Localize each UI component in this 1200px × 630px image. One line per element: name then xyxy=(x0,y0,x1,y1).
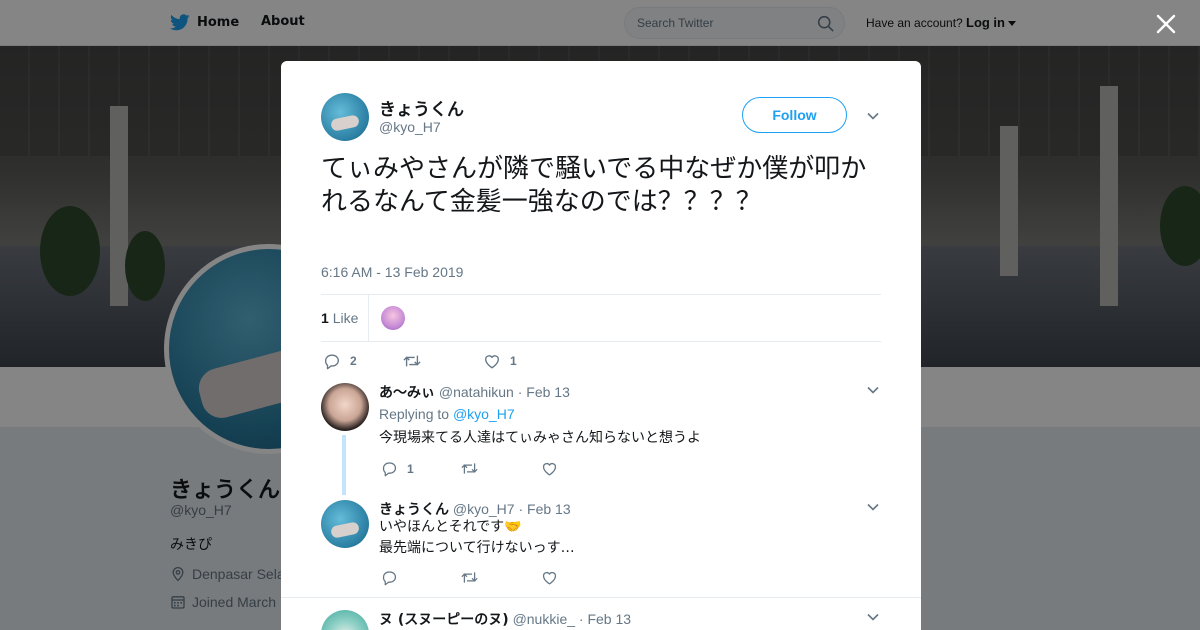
tweet-actions: 2 1 xyxy=(321,352,881,372)
like-action[interactable] xyxy=(541,460,558,477)
retweet-icon xyxy=(403,355,421,367)
reply-avatar[interactable] xyxy=(321,383,369,431)
reply-author-handle[interactable]: @nukkie_ xyxy=(513,611,575,627)
reply-action[interactable]: 1 xyxy=(381,460,414,477)
reply-header: きょうくん @kyo_H7 · Feb 13 xyxy=(379,499,571,519)
handshake-emoji: 🤝 xyxy=(504,519,522,535)
avatar-figure xyxy=(330,521,360,539)
reply-actions: 1 xyxy=(381,460,581,478)
like-action[interactable] xyxy=(541,569,558,586)
like-action[interactable]: 1 xyxy=(483,352,517,370)
reply-author-handle[interactable]: @natahikun xyxy=(439,384,514,400)
reply-author-handle[interactable]: @kyo_H7 xyxy=(453,501,515,517)
chevron-down-icon[interactable] xyxy=(867,501,879,513)
reply-text: 今現場来てる人達はてぃみゃさん知らないと想うよ xyxy=(379,430,701,446)
likes-label: Like xyxy=(332,310,359,326)
reply-count: 2 xyxy=(350,354,357,368)
author-name[interactable]: きょうくん xyxy=(379,95,464,120)
like-count: 1 xyxy=(510,354,517,368)
heart-icon xyxy=(542,572,557,585)
reply-icon xyxy=(325,354,339,370)
reply-separator xyxy=(281,597,921,598)
reply-date[interactable]: · Feb 13 xyxy=(579,611,631,627)
likes-count: 1 xyxy=(321,310,329,326)
tweet-modal: きょうくん @kyo_H7 Follow てぃみやさんが隣で騒いでる中なぜか僕が… xyxy=(281,61,921,630)
reply-actions xyxy=(381,569,581,587)
reply-text-line1: いやほんとそれです xyxy=(379,519,505,535)
replying-to: Replying to @kyo_H7 xyxy=(379,406,515,422)
chevron-down-icon[interactable] xyxy=(867,611,879,623)
thread-line xyxy=(342,435,346,495)
stats-divider xyxy=(368,295,369,341)
reply-text: いやほんとそれです🤝 最先端について行けないっす… xyxy=(379,517,575,559)
chevron-down-icon[interactable] xyxy=(867,384,879,396)
reply-date[interactable]: · Feb 13 xyxy=(518,384,570,400)
reply-action[interactable]: 2 xyxy=(323,352,357,370)
reply-header: あ〜みぃ @natahikun · Feb 13 xyxy=(379,382,570,402)
reply-author-name[interactable]: あ〜みぃ xyxy=(379,385,435,401)
retweet-action[interactable] xyxy=(460,460,479,477)
retweet-action[interactable] xyxy=(460,569,479,586)
reply-action[interactable] xyxy=(381,569,398,586)
replying-to-prefix: Replying to xyxy=(379,406,450,422)
reply-icon xyxy=(382,462,397,477)
reply-text-line2: 最先端について行けないっす… xyxy=(379,540,575,556)
tweet-timestamp[interactable]: 6:16 AM - 13 Feb 2019 xyxy=(321,264,463,280)
reply-avatar[interactable] xyxy=(321,500,369,548)
avatar-figure xyxy=(330,114,360,132)
retweet-action[interactable] xyxy=(402,352,431,370)
author-handle[interactable]: @kyo_H7 xyxy=(379,119,441,135)
tweet-text: てぃみやさんが隣で騒いでる中なぜか僕が叩かれるなんて金髪一強なのでは？？？？ xyxy=(321,154,867,217)
reply-count: 1 xyxy=(407,461,414,476)
heart-icon xyxy=(485,355,499,369)
heart-icon xyxy=(542,463,557,476)
retweet-icon xyxy=(461,572,478,583)
reply-header: ヌ (スヌーピーのヌ) @nukkie_ · Feb 13 xyxy=(379,609,631,629)
reply-avatar[interactable] xyxy=(321,610,369,630)
reply-author-name[interactable]: ヌ (スヌーピーのヌ) xyxy=(379,612,509,628)
reply-date[interactable]: · Feb 13 xyxy=(518,501,570,517)
follow-button[interactable]: Follow xyxy=(742,97,847,133)
author-avatar[interactable] xyxy=(321,93,369,141)
retweet-icon xyxy=(461,463,478,474)
mention-link[interactable]: @kyo_H7 xyxy=(453,406,515,422)
tweet-stats: 1 Like xyxy=(321,294,881,342)
liker-avatar[interactable] xyxy=(381,306,405,330)
reply-icon xyxy=(382,571,397,586)
chevron-down-icon[interactable] xyxy=(867,110,879,122)
likes-stat[interactable]: 1 Like xyxy=(321,310,358,326)
close-icon[interactable] xyxy=(1154,12,1178,36)
reply-author-name[interactable]: きょうくん xyxy=(379,502,449,518)
